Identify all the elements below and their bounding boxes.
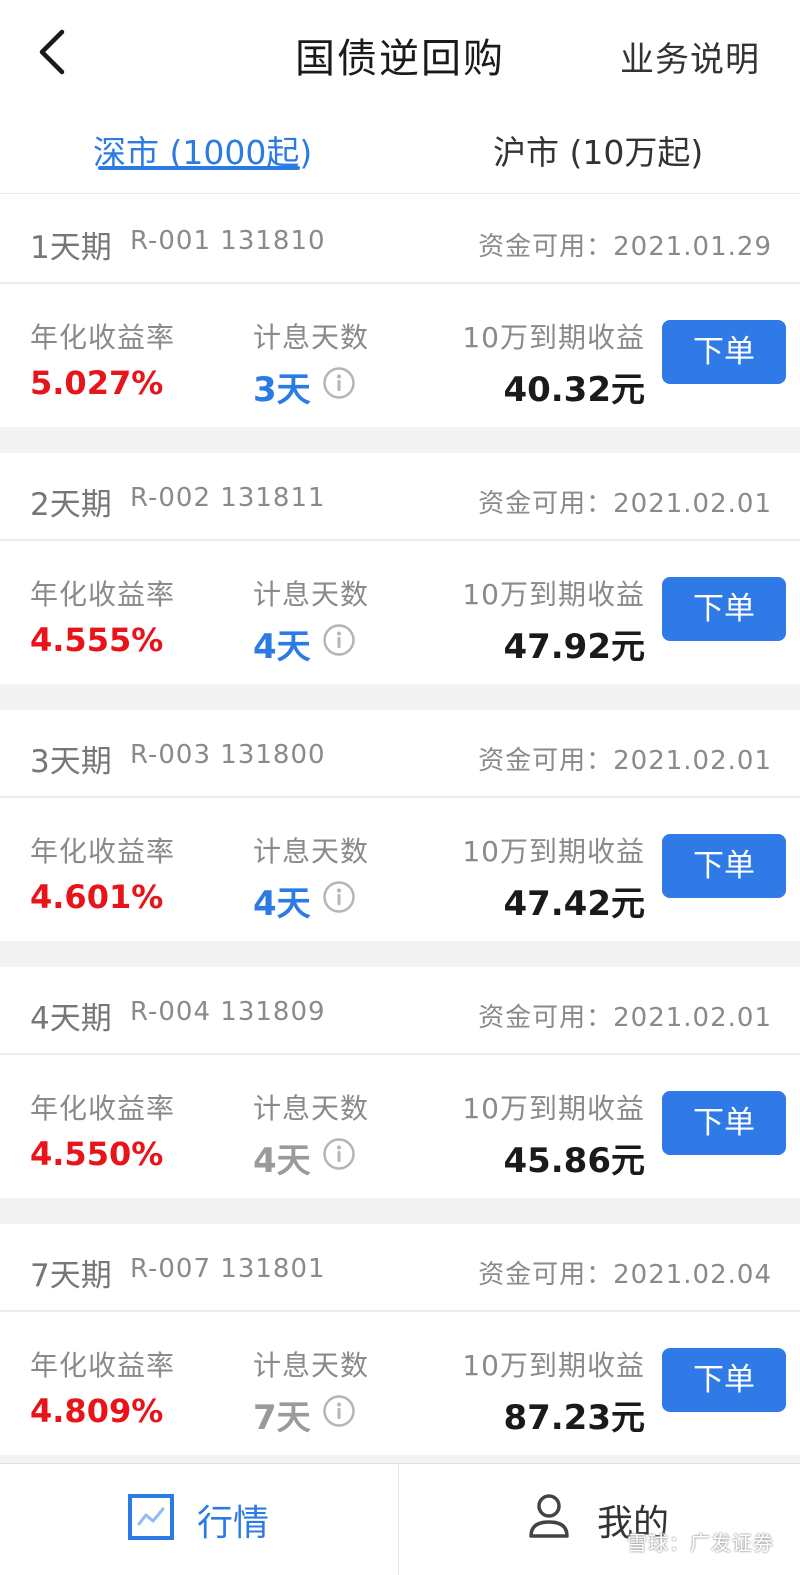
business-description-link[interactable]: 业务说明 <box>620 32 760 81</box>
interest-days: 4天 <box>253 627 311 667</box>
interest-days: 4天 <box>253 884 311 924</box>
days-label: 计息天数 <box>253 1092 370 1125</box>
income-label: 10万到期收益 <box>462 578 645 611</box>
section-divider <box>0 941 800 967</box>
product-header: 3天期 R-003 131800 资金可用：2021.02.01 <box>0 710 800 798</box>
maturity-income: 40.32元 <box>503 370 645 410</box>
product-header: 4天期 R-004 131809 资金可用：2021.02.01 <box>0 967 800 1055</box>
section-divider <box>0 684 800 710</box>
product-code: R-002 131811 <box>130 483 326 513</box>
info-circle-icon[interactable] <box>322 623 356 657</box>
days-label: 计息天数 <box>253 578 370 611</box>
annual-rate: 4.601% <box>30 878 164 916</box>
maturity-income: 47.42元 <box>503 884 645 924</box>
nav-market[interactable]: 行情 <box>0 1464 398 1575</box>
bottom-nav: 行情 我的 <box>0 1463 800 1575</box>
product-code: R-001 131810 <box>130 226 326 256</box>
annual-rate: 5.027% <box>30 364 164 402</box>
days-label: 计息天数 <box>253 835 370 868</box>
product-term: 1天期 <box>30 230 112 266</box>
funds-available-date: 资金可用：2021.01.29 <box>478 232 772 262</box>
product-body: 年化收益率 计息天数 10万到期收益 4.809% 7天 87.23元 下单 <box>0 1314 800 1455</box>
nav-market-label: 行情 <box>197 1503 270 1544</box>
section-divider <box>0 1198 800 1224</box>
product-header: 1天期 R-001 131810 资金可用：2021.01.29 <box>0 196 800 284</box>
header: 国债逆回购 业务说明 <box>0 0 800 110</box>
days-label: 计息天数 <box>253 1349 370 1382</box>
interest-days: 4天 <box>253 1141 311 1181</box>
rate-label: 年化收益率 <box>30 321 176 354</box>
rate-label: 年化收益率 <box>30 1092 176 1125</box>
funds-available-date: 资金可用：2021.02.01 <box>478 489 772 519</box>
product-body: 年化收益率 计息天数 10万到期收益 4.555% 4天 47.92元 下单 <box>0 543 800 684</box>
back-button[interactable] <box>30 22 78 82</box>
funds-available-date: 资金可用：2021.02.01 <box>478 746 772 776</box>
product-term: 3天期 <box>30 744 112 780</box>
nav-mine[interactable]: 我的 <box>399 1464 797 1575</box>
info-circle-icon[interactable] <box>322 366 356 400</box>
order-button[interactable]: 下单 <box>662 1348 786 1412</box>
order-button[interactable]: 下单 <box>662 1091 786 1155</box>
product-code: R-004 131809 <box>130 997 326 1027</box>
watermark: 雪球：广发证券 <box>627 1531 774 1555</box>
interest-days: 3天 <box>253 370 311 410</box>
product-card: 7天期 R-007 131801 资金可用：2021.02.04 年化收益率 计… <box>0 1224 800 1455</box>
product-code: R-003 131800 <box>130 740 326 770</box>
info-circle-icon[interactable] <box>322 1394 356 1428</box>
interest-days: 7天 <box>253 1398 311 1438</box>
product-card: 3天期 R-003 131800 资金可用：2021.02.01 年化收益率 计… <box>0 710 800 941</box>
order-button[interactable]: 下单 <box>662 320 786 384</box>
chart-icon <box>128 1494 174 1540</box>
days-label: 计息天数 <box>253 321 370 354</box>
income-label: 10万到期收益 <box>462 1349 645 1382</box>
section-divider <box>0 427 800 453</box>
rate-label: 年化收益率 <box>30 578 176 611</box>
page: 国债逆回购 业务说明 深市 (1000起) 沪市 (10万起) 1天期 R-00… <box>0 0 800 1575</box>
rate-label: 年化收益率 <box>30 835 176 868</box>
market-tabs: 深市 (1000起) 沪市 (10万起) <box>0 110 800 194</box>
product-body: 年化收益率 计息天数 10万到期收益 4.601% 4天 47.42元 下单 <box>0 800 800 941</box>
order-button[interactable]: 下单 <box>662 577 786 641</box>
tab-shanghai[interactable]: 沪市 (10万起) <box>493 126 703 174</box>
product-term: 2天期 <box>30 487 112 523</box>
active-tab-indicator <box>98 166 300 170</box>
income-label: 10万到期收益 <box>462 1092 645 1125</box>
product-body: 年化收益率 计息天数 10万到期收益 5.027% 3天 40.32元 下单 <box>0 286 800 427</box>
order-button[interactable]: 下单 <box>662 834 786 898</box>
info-circle-icon[interactable] <box>322 1137 356 1171</box>
product-card: 2天期 R-002 131811 资金可用：2021.02.01 年化收益率 计… <box>0 453 800 684</box>
income-label: 10万到期收益 <box>462 321 645 354</box>
product-term: 7天期 <box>30 1258 112 1294</box>
chevron-left-icon <box>39 29 65 75</box>
info-circle-icon[interactable] <box>322 880 356 914</box>
funds-available-date: 资金可用：2021.02.04 <box>478 1260 772 1290</box>
section-divider <box>0 1455 800 1463</box>
annual-rate: 4.555% <box>30 621 164 659</box>
funds-available-date: 资金可用：2021.02.01 <box>478 1003 772 1033</box>
maturity-income: 47.92元 <box>503 627 645 667</box>
rate-label: 年化收益率 <box>30 1349 176 1382</box>
product-card: 4天期 R-004 131809 资金可用：2021.02.01 年化收益率 计… <box>0 967 800 1198</box>
product-card: 1天期 R-001 131810 资金可用：2021.01.29 年化收益率 计… <box>0 196 800 427</box>
product-code: R-007 131801 <box>130 1254 326 1284</box>
product-header: 7天期 R-007 131801 资金可用：2021.02.04 <box>0 1224 800 1312</box>
product-term: 4天期 <box>30 1001 112 1037</box>
product-body: 年化收益率 计息天数 10万到期收益 4.550% 4天 45.86元 下单 <box>0 1057 800 1198</box>
user-icon <box>529 1494 569 1538</box>
maturity-income: 45.86元 <box>503 1141 645 1181</box>
income-label: 10万到期收益 <box>462 835 645 868</box>
annual-rate: 4.809% <box>30 1392 164 1430</box>
product-header: 2天期 R-002 131811 资金可用：2021.02.01 <box>0 453 800 541</box>
annual-rate: 4.550% <box>30 1135 164 1173</box>
maturity-income: 87.23元 <box>503 1398 645 1438</box>
